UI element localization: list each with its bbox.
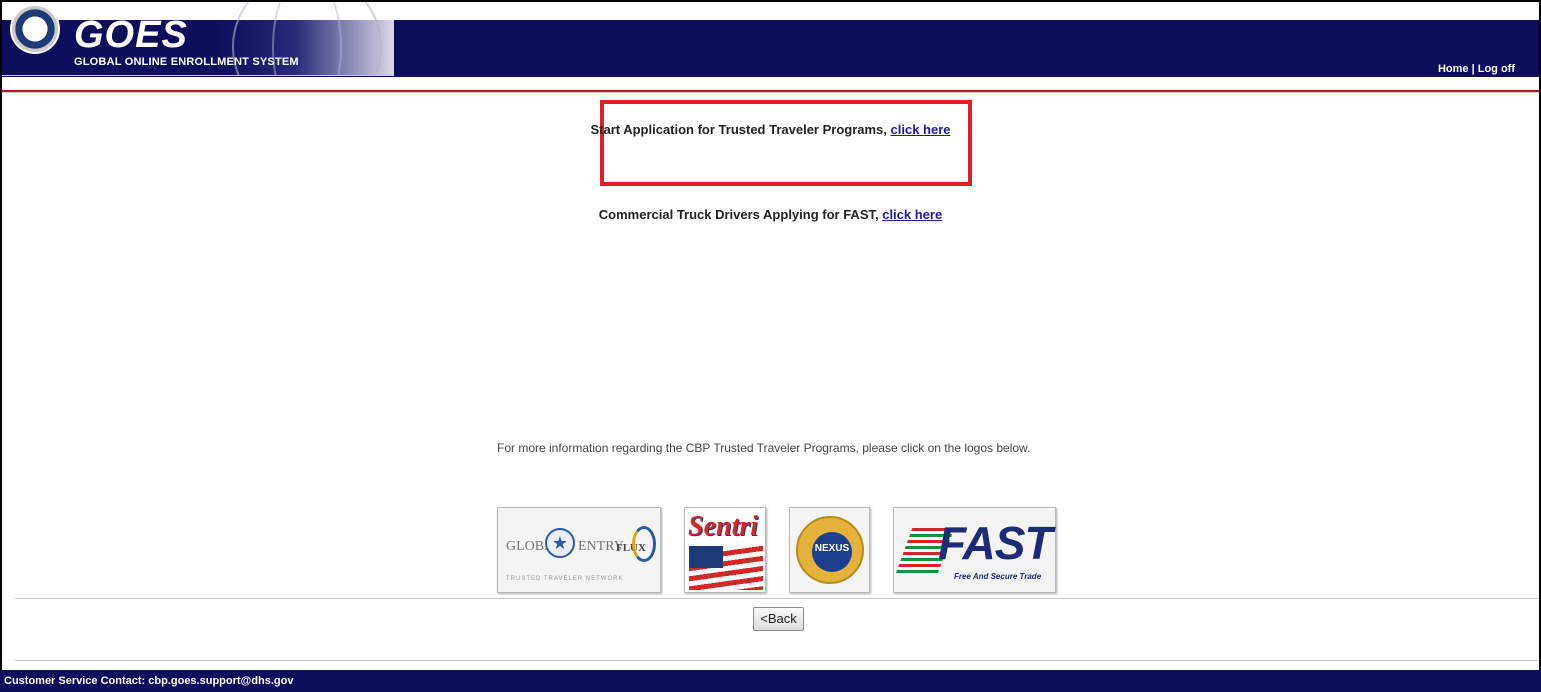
header-links: Home | Log off xyxy=(1438,63,1515,75)
sentri-text: Sentri xyxy=(688,511,759,542)
logoff-link[interactable]: Log off xyxy=(1478,63,1515,75)
footer-bar: Customer Service Contact: cbp.goes.suppo… xyxy=(0,670,1541,692)
nexus-seal-icon: NEXUS xyxy=(796,516,864,584)
content-divider-bottom xyxy=(15,660,1539,661)
header-link-separator: | xyxy=(1471,63,1475,75)
customer-service-contact: Customer Service Contact: cbp.goes.suppo… xyxy=(4,675,294,687)
fast-logo-subtext: Free And Secure Trade xyxy=(954,572,1042,581)
fast-prompt: Commercial Truck Drivers Applying for FA… xyxy=(0,207,1541,222)
global-entry-subtext: TRUSTED TRAVELER NETWORK xyxy=(506,576,624,582)
nexus-logo-link[interactable]: NEXUS xyxy=(789,507,870,593)
goes-brand-title: GOES xyxy=(74,14,188,56)
global-entry-logo-link[interactable]: GLOBAL ★ ENTRY FLUX TRUSTED TRAVELER NET… xyxy=(497,507,661,593)
fast-logo-text: FAST xyxy=(938,517,1053,569)
goes-logo: GOES GLOBAL ONLINE ENROLLMENT SYSTEM xyxy=(2,2,394,76)
sentri-logo-link[interactable]: Sentri xyxy=(684,507,766,593)
trusted-traveler-text: Start Application for Trusted Traveler P… xyxy=(590,122,891,137)
goes-brand-subtitle: GLOBAL ONLINE ENROLLMENT SYSTEM xyxy=(74,56,299,68)
us-flag-canton-icon xyxy=(689,546,723,568)
highlight-box xyxy=(600,100,972,186)
logos-info-text: For more information regarding the CBP T… xyxy=(497,441,1031,455)
trusted-traveler-prompt: Start Application for Trusted Traveler P… xyxy=(0,122,1541,137)
trusted-traveler-click-here-link[interactable]: click here xyxy=(891,122,951,137)
content-divider-top xyxy=(15,598,1539,599)
flux-ring-icon xyxy=(632,526,656,562)
home-link[interactable]: Home xyxy=(1438,63,1469,75)
dhs-seal-icon xyxy=(10,4,60,54)
nexus-text: NEXUS xyxy=(812,532,852,572)
fast-click-here-link[interactable]: click here xyxy=(882,207,942,222)
header-gray-divider xyxy=(2,92,1539,93)
fast-logo-link[interactable]: FAST Free And Secure Trade xyxy=(893,507,1056,593)
fast-text: Commercial Truck Drivers Applying for FA… xyxy=(598,207,883,222)
star-icon: ★ xyxy=(545,528,575,558)
back-button[interactable]: <Back xyxy=(753,607,804,631)
